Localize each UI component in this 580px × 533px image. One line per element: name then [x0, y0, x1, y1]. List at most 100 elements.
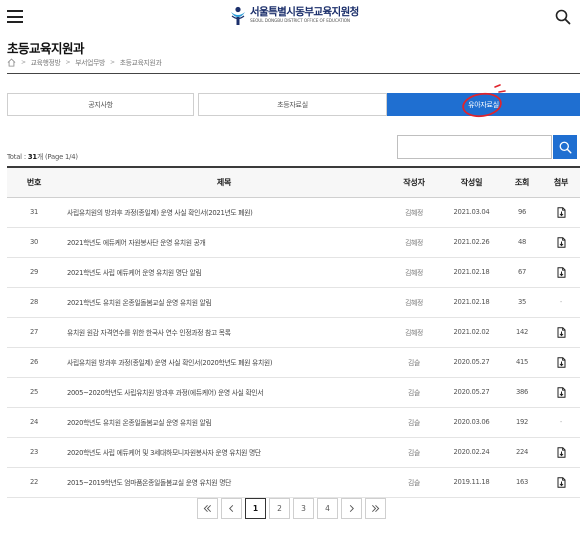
search-input[interactable]	[397, 135, 552, 159]
cell-title[interactable]: 2005~2020학년도 사립유치원 방과후 과정(에듀케어) 운영 사실 확인…	[61, 377, 387, 407]
no-attachment: -	[559, 298, 563, 306]
page-info: (Page 1/4)	[44, 153, 78, 161]
logo-subtitle: SEOUL DONGBU DISTRICT OFFICE OF EDUCATIO…	[250, 18, 350, 23]
pagination: 1 2 3 4	[197, 498, 386, 519]
cell-title[interactable]: 유치원 원감 자격연수를 위한 한국사 연수 인정과정 참고 목록	[61, 317, 387, 347]
table-row[interactable]: 31 사립유치원의 방과후 과정(종일제) 운영 사실 확인서(2021년도 폐원…	[7, 197, 580, 227]
cell-attachment: -	[542, 287, 580, 317]
cell-title[interactable]: 2021학년도 유치원 온종일돌봄교실 운영 유치원 알림	[61, 287, 387, 317]
cell-author: 김슬	[408, 359, 420, 367]
title-divider	[7, 73, 580, 74]
cell-author: 김슬	[408, 449, 420, 457]
search-icon[interactable]	[555, 9, 571, 25]
cell-views: 192	[515, 418, 529, 426]
prev-page-button[interactable]	[221, 498, 242, 519]
breadcrumb-item-2[interactable]: 부서업무방	[75, 57, 105, 67]
cell-number: 23	[29, 448, 39, 456]
tab-notice[interactable]: 공지사항	[7, 93, 194, 116]
page-4-button[interactable]: 4	[317, 498, 338, 519]
table-header-row: 번호 제목 작성자 작성일 조회 첨부	[7, 167, 580, 197]
cell-views: 224	[515, 448, 529, 456]
cell-title[interactable]: 2020학년도 유치원 온종일돌봄교실 운영 유치원 알림	[61, 407, 387, 437]
file-download-icon[interactable]	[557, 236, 566, 248]
file-download-icon[interactable]	[557, 476, 566, 488]
last-page-button[interactable]	[365, 498, 386, 519]
cell-date: 2021.03.04	[453, 208, 490, 216]
cell-number: 29	[29, 268, 39, 276]
cell-attachment	[542, 347, 580, 377]
breadcrumb-separator: >	[110, 58, 115, 66]
cell-date: 2021.02.26	[453, 238, 490, 246]
cell-number: 31	[29, 208, 39, 216]
cell-attachment	[542, 437, 580, 467]
cell-number: 25	[29, 388, 39, 396]
page-1-button[interactable]: 1	[245, 498, 266, 519]
file-download-icon[interactable]	[557, 206, 566, 218]
file-download-icon[interactable]	[557, 446, 566, 458]
cell-number: 26	[29, 358, 39, 366]
file-download-icon[interactable]	[557, 266, 566, 278]
cell-attachment	[542, 377, 580, 407]
cell-attachment	[542, 257, 580, 287]
cell-number: 22	[29, 478, 39, 486]
cell-title[interactable]: 사립유치원 방과후 과정(종일제) 운영 사실 확인서(2020학년도 폐원 유…	[61, 347, 387, 377]
cell-number: 30	[29, 238, 39, 246]
breadcrumb-item-1[interactable]: 교육행정방	[31, 57, 61, 67]
cell-title[interactable]: 2015~2019학년도 엄마품온종일돌봄교실 운영 유치원 명단	[61, 467, 387, 497]
breadcrumb-separator: >	[65, 58, 71, 66]
search-icon	[559, 141, 572, 154]
double-chevron-right-icon	[372, 505, 380, 512]
table-row[interactable]: 27 유치원 원감 자격연수를 위한 한국사 연수 인정과정 참고 목록 김혜정 20…	[7, 317, 580, 347]
tab-kindergarten-resources[interactable]: 유아자료실	[387, 84, 580, 118]
chevron-right-icon	[349, 505, 354, 512]
table-row[interactable]: 30 2021학년도 에듀케어 자원봉사단 운영 유치원 공개 김혜정 2021.02…	[7, 227, 580, 257]
file-download-icon[interactable]	[557, 386, 566, 398]
cell-title[interactable]: 2021학년도 사립 에듀케어 운영 유치원 명단 알림	[61, 257, 387, 287]
table-row[interactable]: 24 2020학년도 유치원 온종일돌봄교실 운영 유치원 알림 김슬 2020.03…	[7, 407, 580, 437]
total-number: 31	[27, 153, 37, 161]
page-2-button[interactable]: 2	[269, 498, 290, 519]
table-row[interactable]: 29 2021학년도 사립 에듀케어 운영 유치원 명단 알림 김혜정 2021.02…	[7, 257, 580, 287]
menu-icon[interactable]	[7, 10, 23, 23]
home-icon[interactable]	[7, 58, 16, 67]
cell-date: 2019.11.18	[453, 478, 490, 486]
table-row[interactable]: 22 2015~2019학년도 엄마품온종일돌봄교실 운영 유치원 명단 김슬 201…	[7, 467, 580, 497]
cell-date: 2021.02.02	[453, 328, 490, 336]
table-row[interactable]: 23 2020학년도 사립 에듀케어 및 3세대하모니자원봉사자 운영 유치원 명…	[7, 437, 580, 467]
cell-attachment	[542, 317, 580, 347]
search-button[interactable]	[553, 135, 577, 159]
cell-number: 24	[29, 418, 39, 426]
breadcrumb-item-3[interactable]: 초등교육지원과	[120, 57, 162, 67]
posts-table: 번호 제목 작성자 작성일 조회 첨부 31 사립유치원의 방과후 과정(종일제)…	[7, 166, 580, 498]
cell-views: 48	[517, 238, 527, 246]
cell-title[interactable]: 2020학년도 사립 에듀케어 및 3세대하모니자원봉사자 운영 유치원 명단	[61, 437, 387, 467]
cell-number: 28	[29, 298, 39, 306]
cell-title[interactable]: 2021학년도 에듀케어 자원봉사단 운영 유치원 공개	[61, 227, 387, 257]
cell-author: 김슬	[408, 389, 420, 397]
header-views: 조회	[514, 177, 530, 187]
table-row[interactable]: 25 2005~2020학년도 사립유치원 방과후 과정(에듀케어) 운영 사실 …	[7, 377, 580, 407]
logo-title: 서울특별시동부교육지원청	[250, 6, 359, 18]
cell-attachment	[542, 467, 580, 497]
file-download-icon[interactable]	[557, 356, 566, 368]
next-page-button[interactable]	[341, 498, 362, 519]
header-number: 번호	[26, 177, 42, 187]
cell-author: 김혜정	[405, 269, 423, 277]
site-logo[interactable]: 서울특별시동부교육지원청 SEOUL DONGBU DISTRICT OFFIC…	[230, 6, 359, 30]
file-download-icon[interactable]	[557, 326, 566, 338]
cell-views: 67	[517, 268, 527, 276]
cell-attachment: -	[542, 407, 580, 437]
cell-views: 386	[515, 388, 529, 396]
double-chevron-left-icon	[203, 505, 211, 512]
cell-title[interactable]: 사립유치원의 방과후 과정(종일제) 운영 사실 확인서(2021년도 폐원)	[61, 197, 387, 227]
table-row[interactable]: 28 2021학년도 유치원 온종일돌봄교실 운영 유치원 알림 김혜정 2021.0…	[7, 287, 580, 317]
cell-author: 김혜정	[405, 329, 423, 337]
page-3-button[interactable]: 3	[293, 498, 314, 519]
header-title: 제목	[216, 177, 232, 187]
cell-views: 142	[515, 328, 529, 336]
tab-elementary-resources[interactable]: 초등자료실	[198, 93, 387, 116]
cell-date: 2021.02.18	[453, 298, 490, 306]
breadcrumb: > 교육행정방 > 부서업무방 > 초등교육지원과	[7, 57, 162, 67]
first-page-button[interactable]	[197, 498, 218, 519]
table-row[interactable]: 26 사립유치원 방과후 과정(종일제) 운영 사실 확인서(2020학년도 폐원…	[7, 347, 580, 377]
